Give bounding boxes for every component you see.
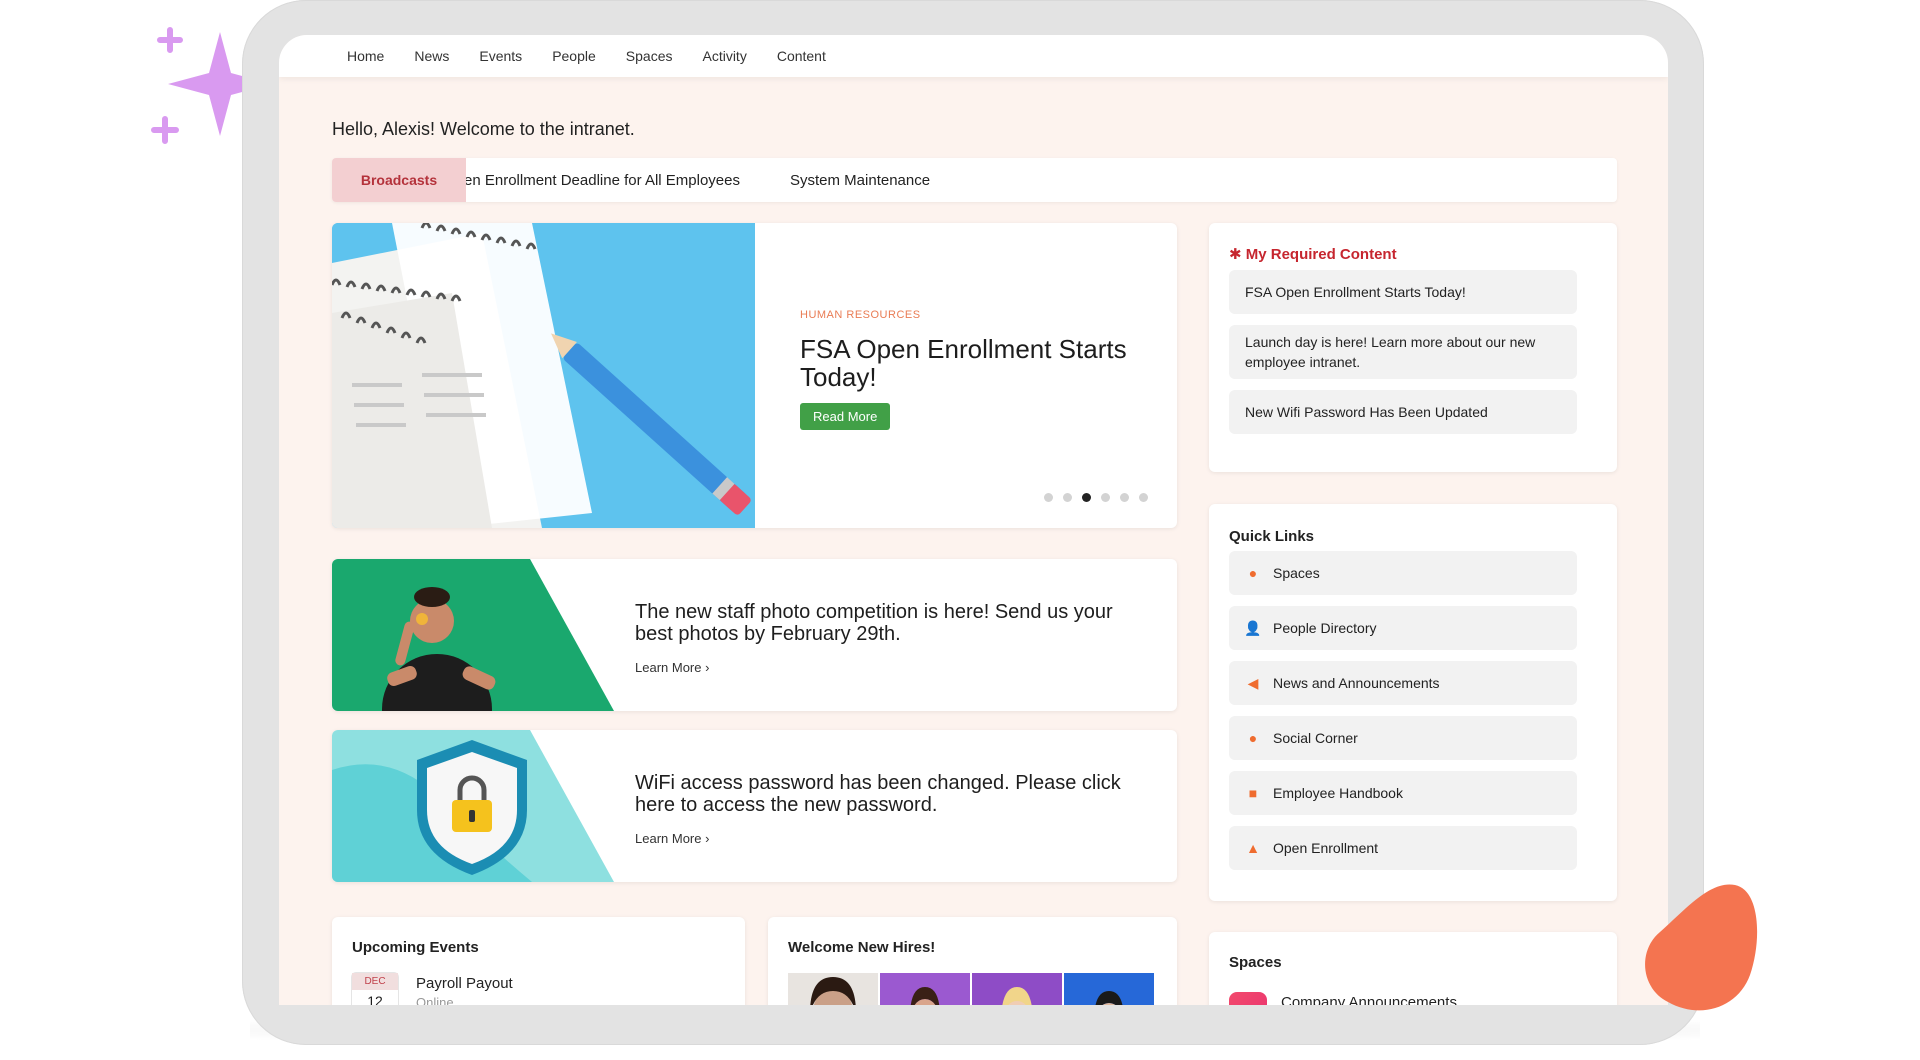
carousel-dot[interactable] xyxy=(1120,493,1129,502)
quick-link-label: People Directory xyxy=(1273,620,1377,636)
learn-more-label: Learn More xyxy=(635,831,702,846)
new-hire-photo[interactable] xyxy=(788,973,878,1005)
orange-blob-decoration xyxy=(1645,884,1758,1011)
event-date-badge: DEC 12 xyxy=(352,973,398,1005)
spaces-panel: Spaces Company Announcements xyxy=(1209,932,1617,1005)
carousel-dot[interactable] xyxy=(1139,493,1148,502)
spaces-title: Spaces xyxy=(1229,954,1282,971)
intranet-screen: Home News Events People Spaces Activity … xyxy=(279,35,1668,1005)
new-hires-title: Welcome New Hires! xyxy=(788,939,936,956)
new-hire-photos xyxy=(788,973,1154,1005)
broadcast-item[interactable]: Open Enrollment Deadline for All Employe… xyxy=(444,172,740,189)
quick-link-label: Employee Handbook xyxy=(1273,785,1403,801)
quick-links-panel: Quick Links ● Spaces 👤 People Directory ◀ N… xyxy=(1209,504,1617,901)
broadcast-item[interactable]: System Maintenance xyxy=(790,172,930,189)
event-location: Online xyxy=(416,995,454,1005)
security-shield-illustration xyxy=(332,730,614,882)
required-item[interactable]: New Wifi Password Has Been Updated xyxy=(1229,390,1577,434)
required-content-title: ✱ My Required Content xyxy=(1229,245,1397,263)
bell-icon: ▲ xyxy=(1246,840,1260,856)
megaphone-icon xyxy=(1229,992,1267,1005)
new-hire-photo[interactable] xyxy=(972,973,1062,1005)
carousel-dot[interactable] xyxy=(1063,493,1072,502)
news-text: The new staff photo competition is here!… xyxy=(635,601,1113,645)
read-more-button[interactable]: Read More xyxy=(800,403,891,430)
carousel-dot[interactable] xyxy=(1044,493,1053,502)
quick-link-people-directory[interactable]: 👤 People Directory xyxy=(1229,606,1577,650)
carousel-dots xyxy=(1044,493,1148,502)
book-icon: ■ xyxy=(1248,785,1258,801)
event-month: DEC xyxy=(352,973,398,990)
asterisk-icon: ✱ xyxy=(1229,246,1242,263)
chevron-right-icon: › xyxy=(705,831,710,846)
nav-home[interactable]: Home xyxy=(347,48,384,64)
top-navigation: Home News Events People Spaces Activity … xyxy=(279,35,1668,77)
chevron-right-icon: › xyxy=(705,660,710,675)
nav-events[interactable]: Events xyxy=(479,48,522,64)
broadcast-items: Open Enrollment Deadline for All Employe… xyxy=(444,158,980,202)
news-card-photo-competition[interactable]: The new staff photo competition is here!… xyxy=(332,559,1177,711)
news-text: WiFi access password has been changed. P… xyxy=(635,772,1121,816)
nav-spaces[interactable]: Spaces xyxy=(626,48,673,64)
calendar-photo xyxy=(332,223,755,528)
nav-content[interactable]: Content xyxy=(777,48,826,64)
quick-link-employee-handbook[interactable]: ■ Employee Handbook xyxy=(1229,771,1577,815)
required-content-heading: My Required Content xyxy=(1245,246,1397,263)
nav-news[interactable]: News xyxy=(414,48,449,64)
quick-link-label: News and Announcements xyxy=(1273,675,1440,691)
megaphone-icon: ◀ xyxy=(1247,674,1259,691)
hero-title: FSA Open Enrollment Starts Today! xyxy=(800,334,1127,392)
chat-icon: ● xyxy=(1248,730,1258,746)
welcome-greeting: Hello, Alexis! Welcome to the intranet. xyxy=(332,119,635,139)
quick-link-label: Spaces xyxy=(1273,565,1320,581)
globe-icon: ● xyxy=(1248,565,1258,581)
staff-photo xyxy=(332,559,614,711)
news-card-wifi[interactable]: WiFi access password has been changed. P… xyxy=(332,730,1177,882)
learn-more-link[interactable]: Learn More › xyxy=(635,831,709,846)
upcoming-events-panel: Upcoming Events DEC 12 Payroll Payout On… xyxy=(332,917,745,1005)
learn-more-label: Learn More xyxy=(635,660,702,675)
quick-links-title: Quick Links xyxy=(1229,528,1315,545)
carousel-dot[interactable] xyxy=(1101,493,1110,502)
quick-link-news[interactable]: ◀ News and Announcements xyxy=(1229,661,1577,705)
upcoming-events-title: Upcoming Events xyxy=(352,939,479,956)
required-item[interactable]: FSA Open Enrollment Starts Today! xyxy=(1229,270,1577,314)
quick-link-label: Social Corner xyxy=(1273,730,1358,746)
nav-people[interactable]: People xyxy=(552,48,596,64)
person-icon: 👤 xyxy=(1244,619,1262,636)
required-content-panel: ✱ My Required Content FSA Open Enrollmen… xyxy=(1209,223,1617,472)
broadcast-ticker: Broadcasts Open Enrollment Deadline for … xyxy=(332,158,1617,202)
quick-link-label: Open Enrollment xyxy=(1273,840,1379,856)
new-hires-panel: Welcome New Hires! xyxy=(768,917,1177,1005)
event-name[interactable]: Payroll Payout xyxy=(416,975,513,992)
required-item[interactable]: Launch day is here! Learn more about our… xyxy=(1229,325,1577,379)
hero-carousel: HUMAN RESOURCES FSA Open Enrollment Star… xyxy=(332,223,1177,528)
quick-link-spaces[interactable]: ● Spaces xyxy=(1229,551,1577,595)
nav-activity[interactable]: Activity xyxy=(702,48,746,64)
new-hire-photo[interactable] xyxy=(1064,973,1154,1005)
quick-link-open-enrollment[interactable]: ▲ Open Enrollment xyxy=(1229,826,1577,870)
hero-category: HUMAN RESOURCES xyxy=(800,309,921,321)
event-day: 12 xyxy=(367,993,383,1005)
space-item-company-announcements[interactable]: Company Announcements xyxy=(1281,994,1457,1005)
quick-link-social-corner[interactable]: ● Social Corner xyxy=(1229,716,1577,760)
learn-more-link[interactable]: Learn More › xyxy=(635,660,709,675)
broadcasts-tag: Broadcasts xyxy=(332,158,466,202)
carousel-dot-active[interactable] xyxy=(1082,493,1091,502)
new-hire-photo[interactable] xyxy=(880,973,970,1005)
